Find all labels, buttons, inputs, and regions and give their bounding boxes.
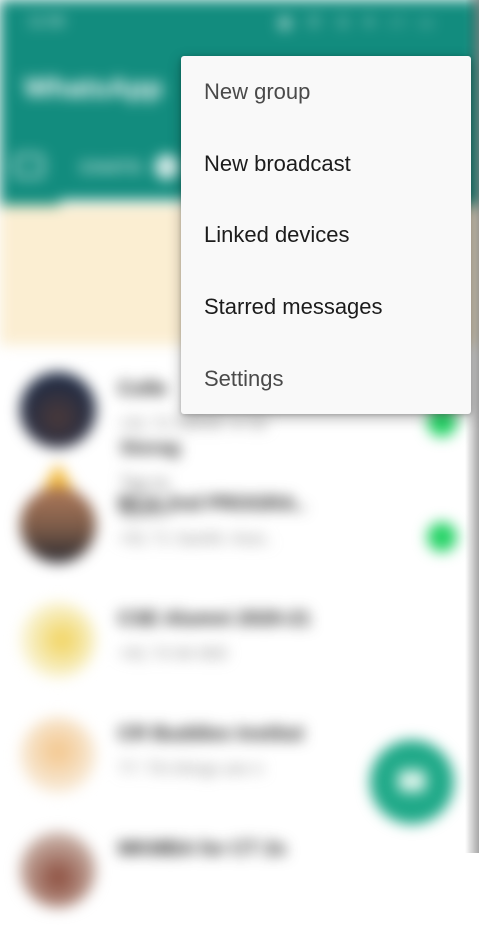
unread-count-badge <box>427 522 457 552</box>
chat-row[interactable]: MKMBA for CT 2s <box>0 812 479 927</box>
menu-item-new-broadcast[interactable]: New broadcast <box>181 128 471 200</box>
chat-preview: +91 74 84 900 <box>118 644 228 663</box>
chat-preview: 77: Thi things are n <box>118 759 264 778</box>
avatar <box>20 717 96 793</box>
chat-name: Colle <box>118 378 167 400</box>
chat-name: CR Buddies Institut <box>118 723 304 745</box>
menu-item-settings[interactable]: Settings <box>181 343 471 415</box>
camera-icon[interactable] <box>14 154 44 178</box>
menu-item-new-group[interactable]: New group <box>181 56 471 128</box>
avatar <box>20 602 96 678</box>
chats-unread-badge: 6 <box>155 155 179 179</box>
chat-preview: +91 72 56848: ● Sti <box>118 414 267 433</box>
chat-name: MKMBA for CT 2s <box>118 838 287 860</box>
chat-row[interactable]: CSE Alumni 2020-21 +91 74 84 900 <box>0 582 479 697</box>
chat-name: BCA 2nd PROGRA.. <box>118 493 307 515</box>
avatar <box>20 487 96 563</box>
status-bar: 11:58 ▣ ✆ ⊙ ▾ ıl ▭ <box>0 0 479 46</box>
chat-preview: +91 71 Santhi: Assi.. <box>118 529 274 548</box>
chat-row[interactable]: BCA 2nd PROGRA.. +91 71 Santhi: Assi.. <box>0 467 479 582</box>
app-title: WhatsApp <box>24 72 163 103</box>
avatar <box>20 372 96 448</box>
menu-item-starred-messages[interactable]: Starred messages <box>181 271 471 343</box>
avatar <box>20 832 96 908</box>
new-chat-button[interactable] <box>370 740 454 824</box>
tab-chats[interactable]: CHATS <box>80 158 142 178</box>
chat-name: CSE Alumni 2020-21 <box>118 608 311 630</box>
status-icons: ▣ ✆ ⊙ ▾ ıl ▭ <box>277 14 439 31</box>
chat-icon <box>398 770 426 792</box>
menu-item-linked-devices[interactable]: Linked devices <box>181 199 471 271</box>
overflow-menu: New group New broadcast Linked devices S… <box>181 56 471 414</box>
status-time: 11:58 <box>28 13 65 30</box>
